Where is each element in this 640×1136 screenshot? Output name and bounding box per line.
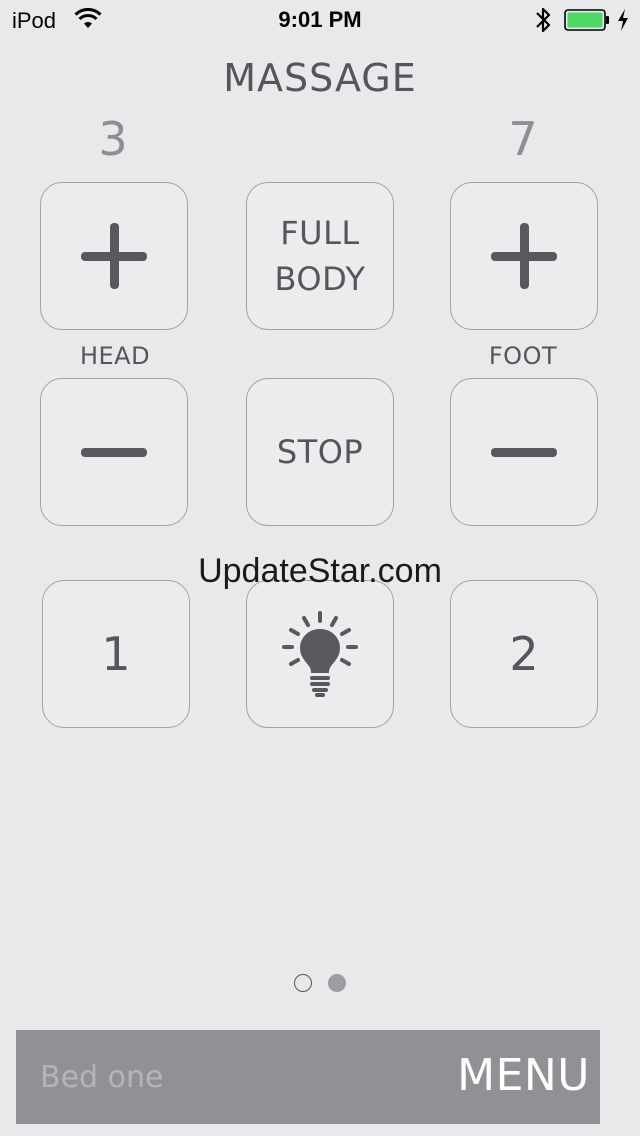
foot-label: FOOT [488,342,558,370]
plus-icon [491,223,557,289]
full-body-button[interactable]: FULL BODY [246,182,394,330]
light-button[interactable] [246,580,394,728]
bluetooth-icon [536,7,551,33]
head-decrease-button[interactable] [40,378,188,526]
preset-2-button[interactable]: 2 [450,580,598,728]
bed-name-label[interactable]: Bed one [40,1060,163,1095]
preset-2-label: 2 [509,627,539,681]
lightbulb-icon [282,611,358,697]
plus-icon [81,223,147,289]
preset-1-label: 1 [101,627,131,681]
foot-increase-button[interactable] [450,182,598,330]
status-bar: iPod 9:01 PM [0,0,640,40]
menu-button[interactable]: MENU [450,1050,600,1101]
minus-icon [491,419,557,485]
stop-button[interactable]: STOP [246,378,394,526]
head-label: HEAD [79,342,151,370]
charging-icon [618,9,628,31]
page-dot-1[interactable] [294,974,312,992]
page-title: MASSAGE [223,56,417,100]
page-indicator[interactable] [0,974,640,994]
minus-icon [81,419,147,485]
foot-decrease-button[interactable] [450,378,598,526]
watermark-text: UpdateStar.com [198,552,442,590]
head-increase-button[interactable] [40,182,188,330]
bottom-bar: Bed one MENU [16,1030,600,1124]
page-dot-2[interactable] [328,974,346,992]
head-level-value: 3 [98,112,128,166]
preset-1-button[interactable]: 1 [42,580,190,728]
stop-label: STOP [276,433,364,471]
battery-icon [564,9,609,31]
full-body-label: FULL BODY [274,214,366,298]
foot-level-value: 7 [508,112,538,166]
